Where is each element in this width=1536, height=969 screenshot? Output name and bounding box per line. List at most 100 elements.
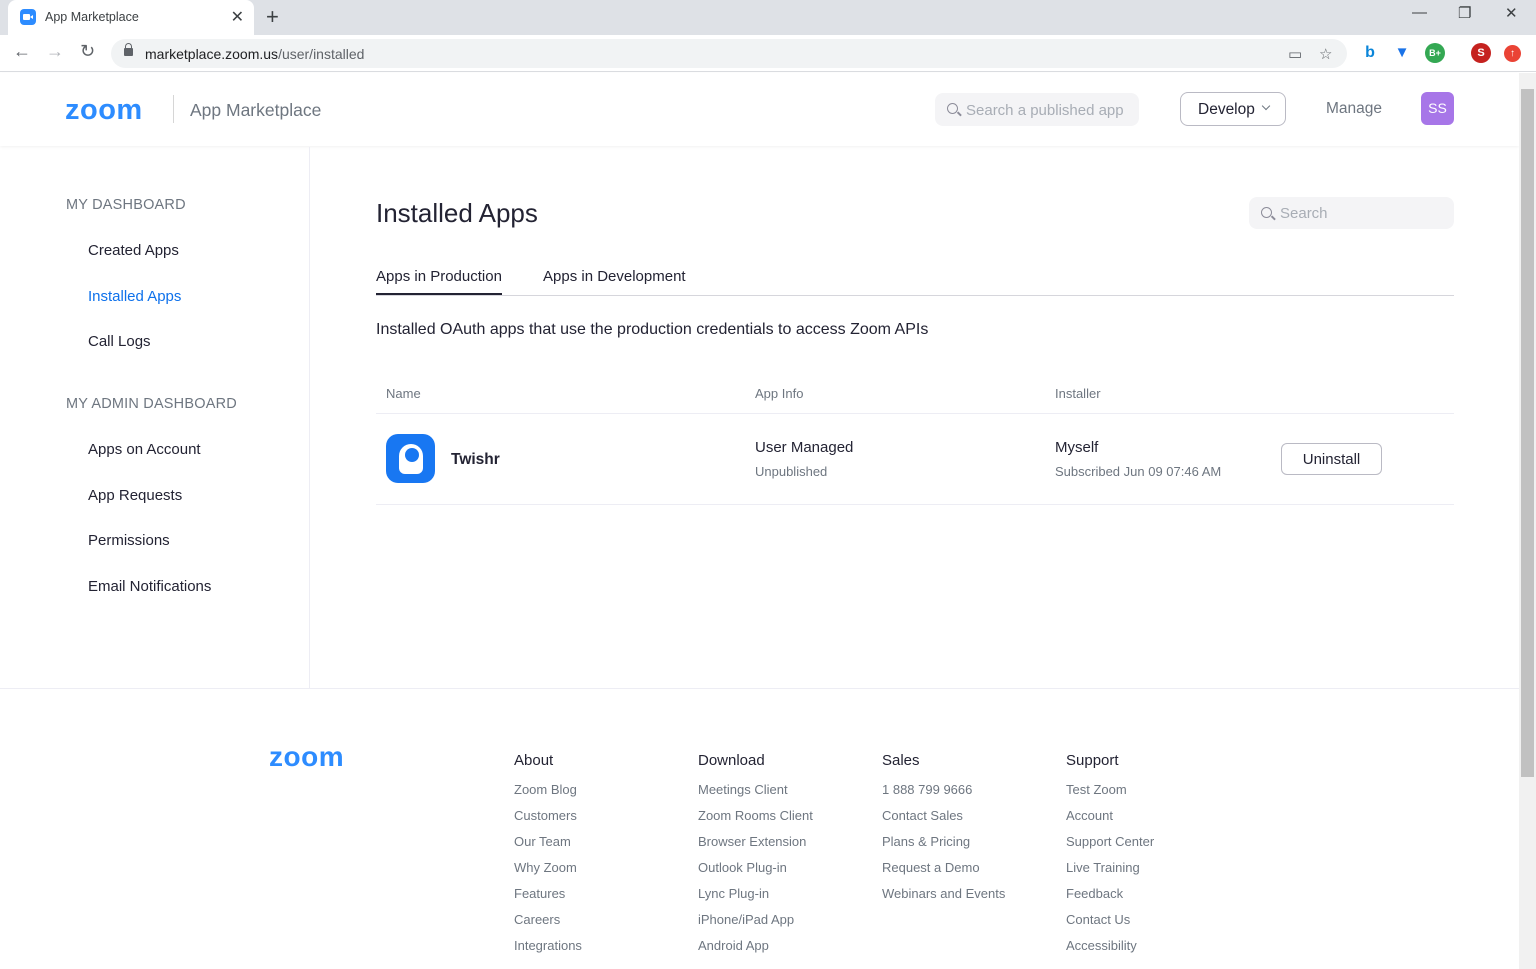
table-row-divider	[376, 504, 1454, 505]
sidebar-item-installed-apps[interactable]: Installed Apps	[88, 288, 181, 305]
footer-link[interactable]: Contact Sales	[882, 807, 1005, 833]
extension-badge-icon[interactable]: B+	[1425, 43, 1445, 63]
cast-icon[interactable]: ▭	[1288, 45, 1302, 63]
subscribed-date: Subscribed Jun 09 07:46 AM	[1055, 464, 1222, 479]
footer-link[interactable]: Customers	[514, 807, 582, 833]
sidebar-item-permissions[interactable]: Permissions	[88, 532, 170, 549]
update-icon[interactable]: ↑	[1504, 45, 1521, 62]
manage-link[interactable]: Manage	[1326, 100, 1382, 118]
footer-column-about: About Zoom Blog Customers Our Team Why Z…	[514, 752, 582, 963]
installer: Myself	[1055, 439, 1099, 456]
footer-link[interactable]: Accessibility	[1066, 937, 1154, 963]
close-tab-icon[interactable]: ✕	[231, 7, 244, 27]
restore-icon[interactable]: ❐	[1458, 4, 1471, 22]
footer-link[interactable]: Contact Us	[1066, 911, 1154, 937]
develop-dropdown[interactable]: Develop	[1180, 92, 1286, 126]
app-info: User Managed	[755, 439, 854, 456]
profile-avatar-icon[interactable]: S	[1471, 43, 1491, 63]
installed-apps-search[interactable]	[1249, 197, 1454, 229]
tab-title: App Marketplace	[45, 10, 139, 24]
back-icon[interactable]: ←	[13, 41, 31, 62]
footer-link[interactable]: Integrations	[514, 937, 582, 963]
sidebar-item-email-notifications[interactable]: Email Notifications	[88, 578, 211, 595]
footer-link[interactable]: Webinars and Events	[882, 885, 1005, 911]
develop-label: Develop	[1198, 101, 1255, 118]
footer-link[interactable]: Account	[1066, 807, 1154, 833]
published-app-search[interactable]	[935, 93, 1139, 126]
tab-apps-in-production[interactable]: Apps in Production	[376, 268, 502, 295]
column-header-app-info: App Info	[755, 386, 804, 401]
browser-tabstrip: App Marketplace ✕ + — ❐ ✕	[0, 0, 1536, 35]
sidebar-item-call-logs[interactable]: Call Logs	[88, 333, 151, 350]
trophy-extension-icon[interactable]: ▼	[1392, 43, 1412, 63]
app-logo-icon	[399, 444, 423, 474]
address-bar[interactable]: marketplace.zoom.us/user/installed ▭ ☆	[111, 39, 1347, 68]
my-dashboard-heading: MY DASHBOARD	[66, 197, 186, 213]
footer-column-sales: Sales 1 888 799 9666 Contact Sales Plans…	[882, 752, 1005, 911]
footer-heading: Sales	[882, 752, 920, 769]
footer-link[interactable]: Meetings Client	[698, 781, 813, 807]
footer-column-support: Support Test Zoom Account Support Center…	[1066, 752, 1154, 963]
uninstall-button[interactable]: Uninstall	[1281, 443, 1382, 475]
scrollbar-thumb[interactable]	[1521, 89, 1534, 777]
app-status: Unpublished	[755, 464, 828, 479]
footer-link[interactable]: Plans & Pricing	[882, 833, 1005, 859]
sidebar-item-app-requests[interactable]: App Requests	[88, 487, 182, 504]
browser-tab[interactable]: App Marketplace ✕	[8, 0, 254, 35]
zoom-logo[interactable]: zoom	[65, 94, 143, 127]
sidebar-item-created-apps[interactable]: Created Apps	[88, 242, 179, 259]
bing-extension-icon[interactable]: b	[1360, 43, 1380, 63]
tab-apps-in-development[interactable]: Apps in Development	[543, 268, 686, 293]
footer-heading: Download	[698, 752, 765, 769]
minimize-icon[interactable]: —	[1412, 4, 1427, 21]
footer-zoom-logo[interactable]: zoom	[269, 741, 344, 773]
search-icon	[947, 103, 958, 114]
footer-link[interactable]: Outlook Plug-in	[698, 859, 813, 885]
footer-link[interactable]: iPhone/iPad App	[698, 911, 813, 937]
tab-description: Installed OAuth apps that use the produc…	[376, 321, 929, 338]
footer-link[interactable]: Browser Extension	[698, 833, 813, 859]
admin-dashboard-heading: MY ADMIN DASHBOARD	[66, 396, 237, 412]
page-scrollbar[interactable]	[1519, 73, 1536, 969]
bookmark-star-icon[interactable]: ☆	[1319, 45, 1332, 63]
footer-link[interactable]: Request a Demo	[882, 859, 1005, 885]
marketplace-title[interactable]: App Marketplace	[190, 100, 321, 121]
installed-apps-search-input[interactable]	[1280, 203, 1445, 223]
footer-link[interactable]: Live Training	[1066, 859, 1154, 885]
column-header-name: Name	[386, 386, 421, 401]
footer-link[interactable]: Feedback	[1066, 885, 1154, 911]
footer-link[interactable]: Lync Plug-in	[698, 885, 813, 911]
close-window-icon[interactable]: ✕	[1505, 4, 1518, 22]
user-avatar[interactable]: SS	[1421, 92, 1454, 125]
footer-link[interactable]: Careers	[514, 911, 582, 937]
url-text: marketplace.zoom.us/user/installed	[145, 46, 365, 62]
footer-link[interactable]: Zoom Rooms Client	[698, 807, 813, 833]
site-footer: zoom About Zoom Blog Customers Our Team …	[0, 688, 1519, 969]
lock-icon	[124, 43, 133, 56]
twishr-app-icon[interactable]	[386, 434, 435, 483]
footer-heading: About	[514, 752, 554, 769]
footer-link[interactable]: Zoom Blog	[514, 781, 582, 807]
reload-icon[interactable]: ↻	[80, 41, 95, 62]
footer-link[interactable]: Features	[514, 885, 582, 911]
browser-toolbar: ← → ↻ marketplace.zoom.us/user/installed…	[0, 35, 1536, 72]
new-tab-icon[interactable]: +	[266, 4, 279, 30]
published-app-search-input[interactable]	[966, 100, 1131, 120]
footer-link[interactable]: 1 888 799 9666	[882, 781, 1005, 807]
footer-link[interactable]: Test Zoom	[1066, 781, 1154, 807]
footer-link[interactable]: Android App	[698, 937, 813, 963]
table-header-divider	[376, 413, 1454, 414]
chevron-down-icon	[1261, 101, 1271, 111]
footer-heading: Support	[1066, 752, 1119, 769]
app-name[interactable]: Twishr	[451, 451, 500, 469]
site-header: zoom App Marketplace Develop Manage SS	[0, 73, 1519, 146]
sidebar: MY DASHBOARD Created Apps Installed Apps…	[0, 147, 310, 688]
sidebar-item-apps-on-account[interactable]: Apps on Account	[88, 441, 201, 458]
search-icon	[1261, 207, 1272, 218]
footer-column-download: Download Meetings Client Zoom Rooms Clie…	[698, 752, 813, 963]
footer-link[interactable]: Why Zoom	[514, 859, 582, 885]
forward-icon[interactable]: →	[46, 41, 64, 62]
tabs-underline	[376, 295, 1454, 296]
footer-link[interactable]: Our Team	[514, 833, 582, 859]
footer-link[interactable]: Support Center	[1066, 833, 1154, 859]
